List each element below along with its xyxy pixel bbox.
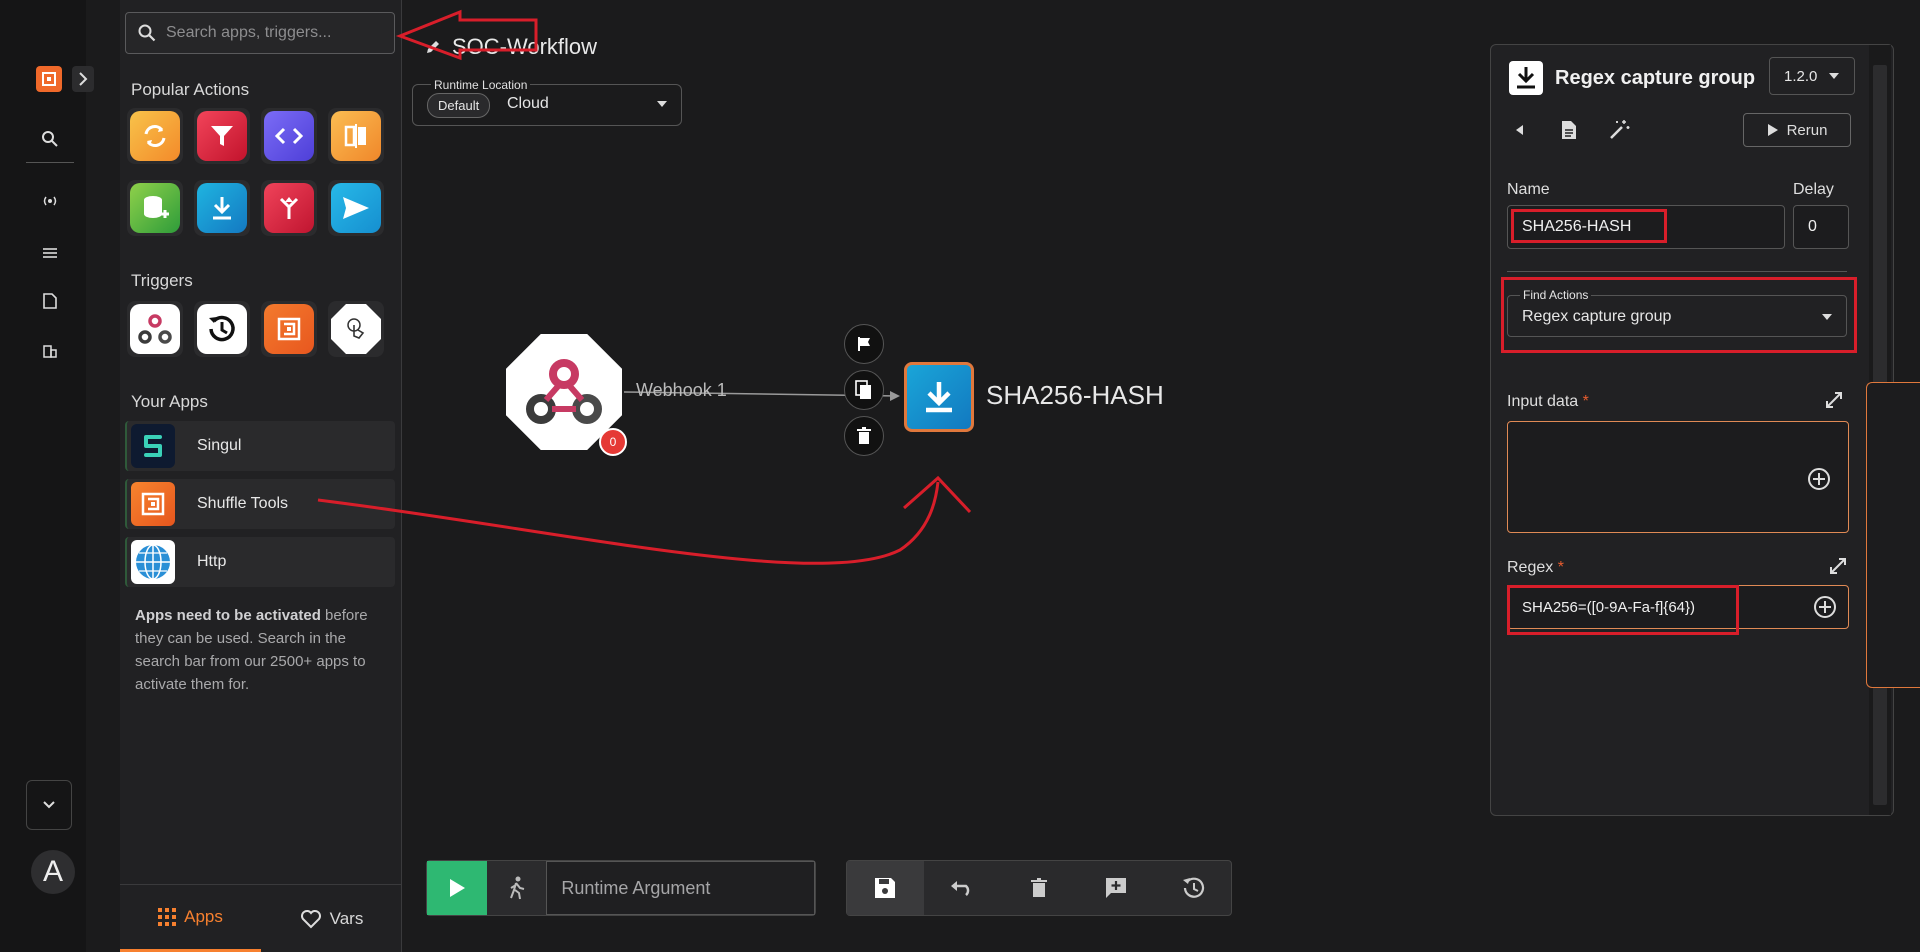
delay-label: Delay: [1793, 181, 1834, 198]
find-actions-select[interactable]: Find Actions Regex capture group: [1507, 288, 1847, 337]
copy-icon: [855, 380, 871, 399]
editor-toolbar: [846, 860, 1232, 916]
panel-divider: [1507, 271, 1847, 272]
action-node-sha256[interactable]: [904, 362, 974, 432]
delete-button[interactable]: [1001, 861, 1078, 915]
trash-icon: [1030, 878, 1047, 897]
history-button[interactable]: [1154, 861, 1231, 915]
version-select[interactable]: 1.2.0: [1769, 57, 1855, 95]
history-icon: [1182, 877, 1204, 898]
find-actions-value: Regex capture group: [1522, 308, 1672, 325]
magic-wand-icon: [1610, 120, 1630, 139]
expand-icon[interactable]: [1825, 391, 1843, 414]
back-button[interactable]: [1505, 115, 1535, 145]
runtime-argument-input[interactable]: [546, 861, 815, 915]
download-icon: [1509, 61, 1543, 95]
regex-label: Regex *: [1507, 559, 1564, 576]
flag-start-button[interactable]: [844, 324, 884, 364]
input-data-label: Input data *: [1507, 393, 1589, 410]
comment-add-icon: [1105, 878, 1126, 898]
play-icon: [449, 879, 465, 897]
save-icon: [875, 878, 896, 898]
panel-title: Regex capture group: [1555, 67, 1756, 89]
input-data-field[interactable]: [1507, 421, 1849, 533]
document-icon: [1562, 121, 1576, 139]
add-variable-icon[interactable]: [1807, 467, 1831, 496]
save-button[interactable]: [847, 861, 924, 915]
side-panel-peek: [1866, 382, 1920, 688]
regex-field[interactable]: SHA256=([0-9A-Fa-f]{64}): [1507, 585, 1849, 629]
download-icon: [926, 382, 952, 413]
caret-down-icon: [1822, 314, 1832, 320]
copy-node-button[interactable]: [844, 370, 884, 410]
webhook-count-badge: 0: [599, 428, 627, 456]
name-field[interactable]: SHA256-HASH: [1507, 205, 1785, 249]
undo-icon: [951, 881, 970, 896]
delay-field[interactable]: 0: [1793, 205, 1849, 249]
auto-fill-button[interactable]: [1604, 115, 1634, 145]
caret-down-icon: [1829, 73, 1840, 79]
walk-icon: [509, 876, 524, 900]
webhook-icon: [526, 359, 602, 424]
flag-icon: [858, 337, 870, 351]
caret-left-icon: [1516, 125, 1523, 135]
run-toolbar: [426, 860, 816, 916]
rerun-button[interactable]: Rerun: [1743, 113, 1851, 147]
run-workflow-button[interactable]: [427, 861, 487, 915]
documentation-button[interactable]: [1554, 115, 1584, 145]
find-actions-label: Find Actions: [1520, 288, 1592, 302]
action-node-label: SHA256-HASH: [986, 380, 1164, 410]
add-variable-icon[interactable]: [1813, 595, 1837, 624]
delete-node-button[interactable]: [844, 416, 884, 456]
play-icon: [1767, 124, 1778, 136]
name-label: Name: [1507, 181, 1550, 198]
edge-label: Webhook 1: [636, 380, 727, 400]
step-run-button[interactable]: [486, 861, 547, 915]
expand-icon[interactable]: [1829, 557, 1847, 580]
trash-icon: [857, 427, 871, 444]
undo-button[interactable]: [924, 861, 1001, 915]
action-settings-panel: Regex capture group 1.2.0 Rerun Name Del…: [1490, 44, 1894, 816]
add-comment-button[interactable]: [1077, 861, 1154, 915]
